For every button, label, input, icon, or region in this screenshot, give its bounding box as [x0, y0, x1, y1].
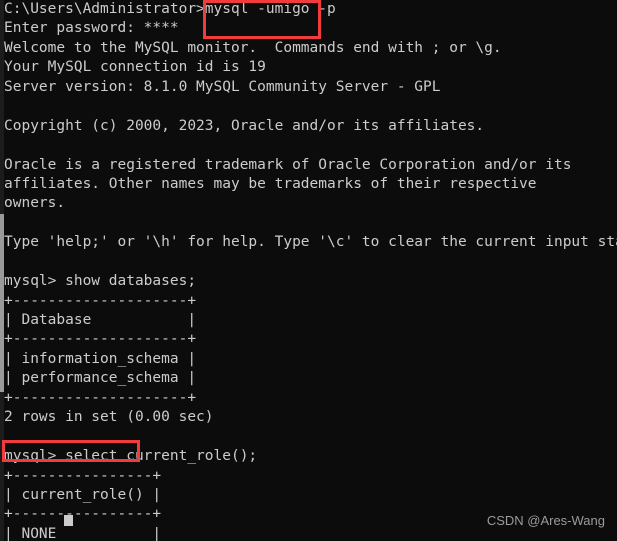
terminal-line: Your MySQL connection id is 19: [4, 59, 266, 76]
terminal-line: mysql> show databases;: [4, 273, 197, 290]
terminal-line: +--------------------+: [4, 331, 197, 348]
vertical-scrollbar-track[interactable]: [0, 0, 4, 541]
csdn-watermark: CSDN @Ares-Wang: [486, 512, 605, 528]
terminal-line: +--------------------+: [4, 389, 197, 406]
terminal-line: | performance_schema |: [4, 370, 197, 387]
text-cursor: [64, 515, 73, 526]
terminal-line: +--------------------+: [4, 292, 197, 309]
terminal-line: Type 'help;' or '\h' for help. Type '\c'…: [4, 234, 617, 251]
terminal-line: 2 rows in set (0.00 sec): [4, 409, 214, 426]
terminal-line: affiliates. Other names may be trademark…: [4, 175, 537, 192]
terminal-line: | current_role() |: [4, 486, 162, 503]
terminal-line: | Database |: [4, 312, 197, 328]
terminal-line: +----------------+: [4, 467, 162, 484]
terminal-line: | information_schema |: [4, 350, 197, 367]
terminal-window[interactable]: C:\Users\Administrator>mysql -umigo -p En…: [0, 0, 617, 541]
terminal-line: Server version: 8.1.0 MySQL Community Se…: [4, 78, 441, 95]
terminal-line: Oracle is a registered trademark of Orac…: [4, 156, 572, 173]
terminal-line: mysql> select current_role();: [4, 448, 258, 465]
terminal-output: C:\Users\Administrator>mysql -umigo -p En…: [0, 0, 617, 541]
terminal-line: owners.: [4, 195, 66, 212]
terminal-line: C:\Users\Administrator>mysql -umigo -p: [4, 1, 336, 17]
vertical-scrollbar-thumb[interactable]: [0, 214, 4, 392]
terminal-line: Copyright (c) 2000, 2023, Oracle and/or …: [4, 117, 485, 134]
terminal-line: Welcome to the MySQL monitor. Commands e…: [4, 39, 502, 56]
terminal-line: Enter password: ****: [4, 20, 179, 37]
